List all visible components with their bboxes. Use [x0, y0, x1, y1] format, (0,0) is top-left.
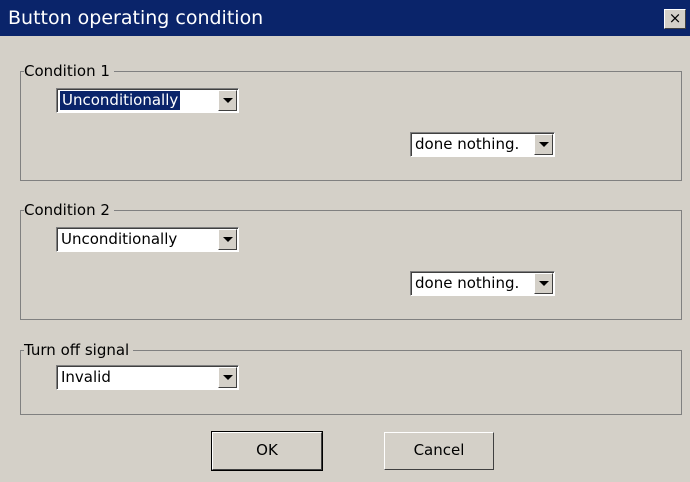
button-operating-condition-dialog: Button operating condition × Condition 1…: [0, 0, 690, 482]
condition-2-select[interactable]: Unconditionally: [56, 227, 239, 252]
condition-2-action-value: done nothing.: [415, 274, 520, 292]
turn-off-signal-value: Invalid: [61, 368, 111, 386]
condition-1-action-value: done nothing.: [415, 135, 520, 153]
turn-off-signal-select[interactable]: Invalid: [56, 365, 239, 390]
condition-2-label: Condition 2: [24, 201, 114, 219]
dialog-title: Button operating condition: [8, 7, 264, 29]
condition-2-action-select[interactable]: done nothing.: [410, 271, 555, 296]
turn-off-signal-label: Turn off signal: [24, 341, 134, 359]
condition-1-action-dropdown-button[interactable]: [534, 134, 553, 155]
condition-2-dropdown-button[interactable]: [218, 229, 237, 250]
condition-2-group: Condition 2 Unconditionally done nothing…: [20, 201, 682, 320]
condition-1-group: Condition 1 Unconditionally done nothing…: [20, 62, 682, 181]
condition-1-dropdown-button[interactable]: [218, 90, 237, 111]
turn-off-signal-group: Turn off signal Invalid: [20, 341, 682, 415]
close-button[interactable]: ×: [664, 9, 686, 29]
condition-1-select[interactable]: Unconditionally: [56, 88, 239, 113]
condition-1-action-select[interactable]: done nothing.: [410, 132, 555, 157]
cancel-button[interactable]: Cancel: [384, 432, 494, 470]
ok-button[interactable]: OK: [211, 431, 323, 471]
turn-off-signal-dropdown-button[interactable]: [218, 367, 237, 388]
condition-2-selected-value: Unconditionally: [61, 230, 178, 248]
condition-2-action-dropdown-button[interactable]: [534, 273, 553, 294]
close-icon: ×: [668, 9, 682, 27]
condition-1-label: Condition 1: [24, 62, 114, 80]
condition-1-selected-value: Unconditionally: [58, 90, 182, 111]
title-bar[interactable]: Button operating condition ×: [0, 0, 690, 36]
